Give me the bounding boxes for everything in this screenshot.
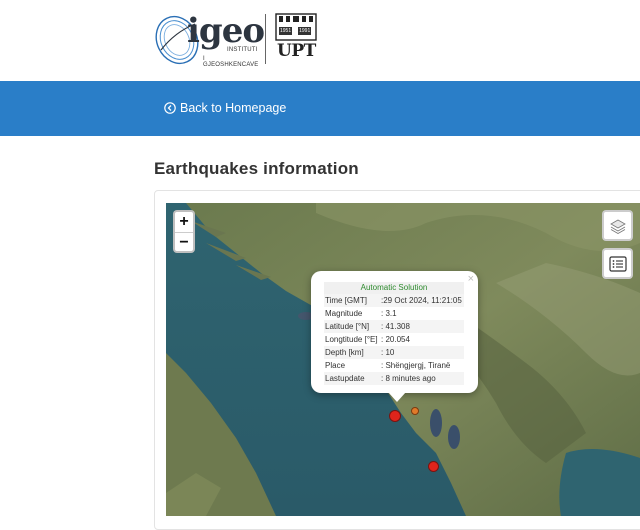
popup-row: Time [GMT]:29 Oct 2024, 11:21:05 (324, 294, 464, 307)
upt-logo[interactable]: 1951 1991 UPT (273, 12, 319, 64)
layers-button[interactable] (602, 210, 633, 241)
upt-years: 1951 1991 (279, 27, 312, 35)
upt-wordmark: UPT (277, 41, 316, 61)
back-link-label: Back to Homepage (180, 101, 287, 115)
popup-row-value: :29 Oct 2024, 11:21:05 (380, 294, 464, 307)
igeo-subtitle-2: I GJEOSHKENCAVE (203, 56, 259, 68)
popup-details-table: Time [GMT]:29 Oct 2024, 11:21:05 Magnitud… (324, 294, 464, 385)
popup-row-label: Latitude [°N] (324, 320, 380, 333)
upt-year-left: 1951 (279, 27, 293, 35)
layers-icon (609, 219, 626, 234)
zoom-control: + − (173, 210, 195, 253)
zoom-in-button[interactable]: + (175, 212, 193, 232)
popup-row-value: : 10 (380, 346, 464, 359)
popup-close-button[interactable]: × (468, 273, 474, 285)
circle-arrow-left-icon (164, 102, 176, 114)
earthquake-marker-selected[interactable] (389, 410, 401, 422)
logo-divider (265, 14, 266, 64)
earthquake-popup: × Automatic Solution Time [GMT]:29 Oct 2… (311, 271, 478, 393)
earthquake-marker[interactable] (428, 461, 439, 472)
back-to-homepage-link[interactable]: Back to Homepage (164, 101, 286, 115)
list-icon (608, 255, 627, 272)
popup-row-value: : 8 minutes ago (380, 372, 464, 385)
popup-row-label: Place (325, 361, 346, 370)
popup-row-label: Time [GMT] (324, 294, 380, 307)
popup-row: Latitude [°N]: 41.308 (324, 320, 464, 333)
logo-header: igeo INSTITUTI I GJEOSHKENCAVE 1951 1991… (0, 0, 640, 81)
popup-title: Automatic Solution (324, 282, 464, 294)
earthquake-marker[interactable] (411, 407, 419, 415)
popup-row: Lastupdate: 8 minutes ago (324, 372, 464, 385)
zoom-out-button[interactable]: − (175, 232, 193, 251)
popup-row: Place : Shëngjergj, Tiranë (324, 359, 464, 372)
popup-row-label: Lastupdate (324, 372, 380, 385)
igeo-wordmark: igeo (187, 11, 265, 51)
popup-tip (388, 392, 406, 402)
popup-row-value: : 20.054 (381, 335, 410, 344)
igeo-subtitle-1: INSTITUTI (227, 47, 258, 53)
popup-row: Longtitude [°E]: 20.054 (324, 333, 464, 346)
popup-row-label: Depth [km] (324, 346, 380, 359)
page-title: Earthquakes information (154, 159, 359, 178)
popup-row-value: : 41.308 (380, 320, 464, 333)
nav-bar: Back to Homepage (0, 81, 640, 136)
popup-row: Magnitude : 3.1 (324, 307, 464, 320)
popup-row-value: : 3.1 (381, 309, 397, 318)
popup-row-label: Longtitude [°E] (325, 335, 378, 344)
popup-row: Depth [km]: 10 (324, 346, 464, 359)
popup-row-value: : Shëngjergj, Tiranë (381, 361, 451, 370)
igeo-logo[interactable]: igeo INSTITUTI I GJEOSHKENCAVE (155, 10, 265, 70)
popup-row-label: Magnitude (325, 309, 363, 318)
legend-list-button[interactable] (602, 248, 633, 279)
upt-year-right: 1991 (298, 27, 312, 35)
